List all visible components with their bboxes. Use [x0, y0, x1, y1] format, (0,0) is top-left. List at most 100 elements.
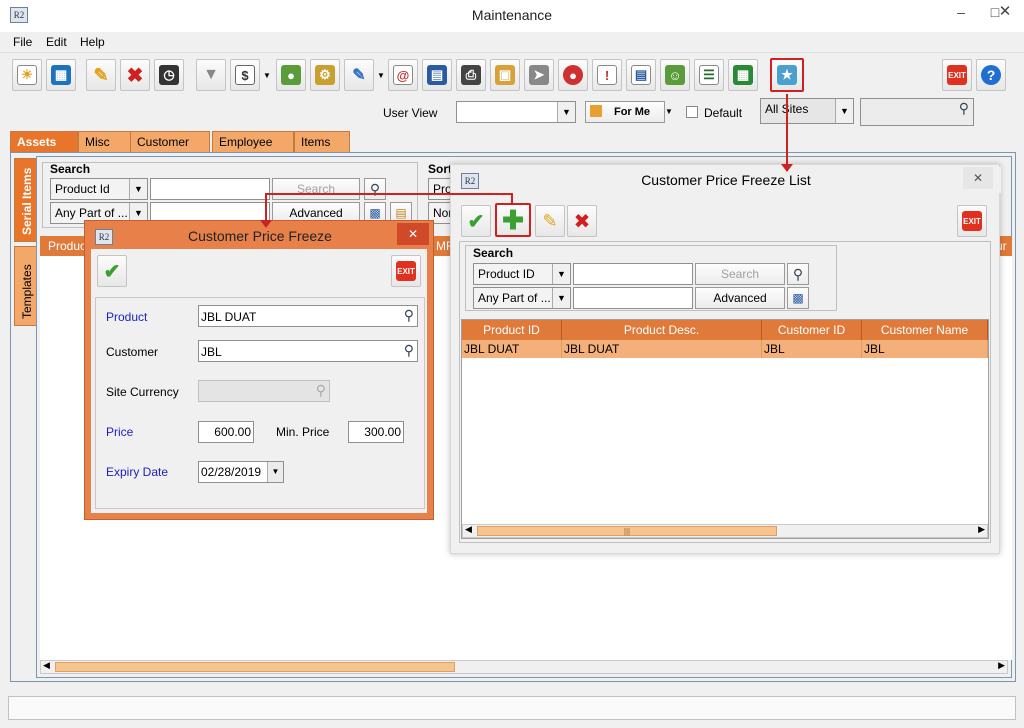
tab-misc[interactable]: Misc	[78, 131, 138, 153]
main-search-input1[interactable]	[150, 178, 270, 200]
dollar-list-button[interactable]: $	[230, 59, 260, 91]
freeze-list-exit-button[interactable]: EXIT	[957, 205, 987, 237]
email-button[interactable]: @	[388, 59, 418, 91]
notes-button[interactable]: ▤	[422, 59, 452, 91]
sort-field1[interactable]: Pro	[428, 178, 452, 200]
report-button[interactable]: ▤	[626, 59, 656, 91]
for-me-button[interactable]: For Me	[585, 101, 665, 123]
delete-button[interactable]: ✖	[120, 59, 150, 91]
main-horizontal-scrollbar[interactable]: ◀ ▶	[40, 660, 1008, 674]
forward-button[interactable]: ➤	[524, 59, 554, 91]
search-icon[interactable]: ⚲	[404, 342, 414, 359]
scroll-left-icon[interactable]: ◀	[43, 660, 50, 671]
minimize-button[interactable]: –	[944, 0, 978, 24]
global-search-input[interactable]: ⚲	[860, 98, 974, 126]
users-button[interactable]: ●	[276, 59, 306, 91]
freeze-list-field1[interactable]: Product ID ▼	[473, 263, 571, 285]
tab-assets[interactable]: Assets	[10, 131, 78, 153]
main-scroll-thumb[interactable]	[55, 662, 455, 672]
freeze-list-edit-button[interactable]: ✎	[535, 205, 565, 237]
scroll-right-icon[interactable]: ▶	[978, 524, 985, 535]
table-row-cell-customer-id[interactable]: JBL	[762, 340, 862, 358]
freeze-list-close-button[interactable]: ✕	[963, 167, 993, 189]
col-customer-id[interactable]: Customer ID	[762, 320, 862, 340]
tab-customer[interactable]: Customer	[130, 131, 210, 153]
message-alert-button[interactable]: !	[592, 59, 622, 91]
main-search-field1[interactable]: Product Id ▼	[50, 178, 148, 200]
freeze-dialog-ok-button[interactable]: ✔	[97, 255, 127, 287]
col-customer-name[interactable]: Customer Name	[862, 320, 988, 340]
freeze-list-horizontal-scrollbar[interactable]: ||| ◀ ▶	[462, 524, 988, 538]
save-button[interactable]: ▦	[46, 59, 76, 91]
freeze-list-search-button[interactable]: Search	[695, 263, 785, 285]
table-row-cell-customer-name[interactable]: JBL	[862, 340, 988, 358]
expiry-date-value: 02/28/2019	[201, 465, 262, 479]
main-find-button[interactable]: ⚲	[364, 178, 386, 200]
new-button[interactable]: ☀	[12, 59, 42, 91]
calendar-time-button[interactable]: ◷	[154, 59, 184, 91]
freeze-list-add-button[interactable]: ✚	[495, 203, 531, 237]
price-field[interactable]: 600.00	[198, 421, 254, 443]
list-view-button[interactable]: ☰	[694, 59, 724, 91]
col-product-desc[interactable]: Product Desc.	[562, 320, 762, 340]
calendar-dropdown-icon[interactable]: ▼	[267, 462, 283, 482]
exit-button[interactable]: EXIT	[942, 59, 972, 91]
main-search-field1-value: Product Id	[55, 182, 110, 196]
scroll-right-icon[interactable]: ▶	[998, 660, 1005, 671]
expiry-date-field[interactable]: 02/28/2019 ▼	[198, 461, 284, 483]
user-view-select[interactable]: ▼	[456, 101, 576, 123]
arrow-right-icon: ➤	[529, 65, 549, 85]
tab-employee[interactable]: Employee	[212, 131, 294, 153]
menu-edit[interactable]: Edit	[46, 35, 67, 49]
filter-button[interactable]: ▼	[196, 59, 226, 91]
freeze-list-advanced-icon-button[interactable]: ▩	[787, 287, 809, 309]
close-window-button[interactable]: ✕	[986, 0, 1024, 24]
edit-button[interactable]: ✎	[86, 59, 116, 91]
edit-form-button[interactable]: ✎	[344, 59, 374, 91]
scroll-left-icon[interactable]: ◀	[465, 524, 472, 535]
product-field[interactable]: JBL DUAT ⚲	[198, 305, 418, 327]
tab-items[interactable]: Items	[294, 131, 350, 153]
chevron-down-icon: ▼	[552, 288, 570, 308]
spreadsheet-button[interactable]: ▦	[728, 59, 758, 91]
vtab-templates[interactable]: Templates	[14, 246, 36, 326]
freeze-list-field2[interactable]: Any Part of ... ▼	[473, 287, 571, 309]
freeze-list-advanced-button[interactable]: Advanced	[695, 287, 785, 309]
chevron-down-icon: ▼	[557, 102, 575, 122]
customer-price-freeze-button[interactable]: ★	[770, 58, 804, 92]
table-row-cell-product-id[interactable]: JBL DUAT	[462, 340, 562, 358]
min-price-field[interactable]: 300.00	[348, 421, 404, 443]
freeze-dialog-close-button[interactable]: ✕	[397, 223, 429, 245]
dropdown-arrow-icon[interactable]: ▼	[262, 59, 272, 91]
menu-help[interactable]: Help	[80, 35, 105, 49]
table-row-cell-product-desc[interactable]: JBL DUAT	[562, 340, 762, 358]
freeze-list-find-button[interactable]: ⚲	[787, 263, 809, 285]
freeze-list-input1[interactable]	[573, 263, 693, 285]
freeze-list-ok-button[interactable]: ✔	[461, 205, 491, 237]
for-me-dropdown-icon[interactable]: ▼	[665, 101, 675, 123]
customer-field[interactable]: JBL ⚲	[198, 340, 418, 362]
default-checkbox[interactable]	[686, 106, 698, 118]
box-button[interactable]: ▣	[490, 59, 520, 91]
freeze-dialog-exit-button[interactable]: EXIT	[391, 255, 421, 287]
freeze-list-input2[interactable]	[573, 287, 693, 309]
add-plus-icon: ✚	[502, 205, 524, 235]
search-icon[interactable]: ⚲	[404, 307, 414, 324]
help-button[interactable]: ?	[976, 59, 1006, 91]
vtab-templates-label: Templates	[20, 264, 34, 319]
freeze-list-delete-button[interactable]: ✖	[567, 205, 597, 237]
menu-file[interactable]: File	[13, 35, 32, 49]
freeze-list-title: Customer Price Freeze List	[451, 167, 1001, 193]
money-settings-button[interactable]: ⚙	[310, 59, 340, 91]
product-value: JBL DUAT	[201, 310, 257, 324]
freeze-list-scroll-thumb[interactable]: |||	[477, 526, 777, 536]
notes-icon: ▤	[427, 65, 447, 85]
sites-select[interactable]: All Sites ▼	[760, 98, 854, 124]
technician-button[interactable]: ☺	[660, 59, 690, 91]
main-search-button[interactable]: Search	[272, 178, 360, 200]
col-product-id[interactable]: Product ID	[462, 320, 562, 340]
vtab-serial-items[interactable]: Serial Items	[14, 158, 36, 242]
print-button[interactable]: ⎙	[456, 59, 486, 91]
stop-button[interactable]: ●	[558, 59, 588, 91]
dropdown-arrow-2-icon[interactable]: ▼	[376, 59, 386, 91]
